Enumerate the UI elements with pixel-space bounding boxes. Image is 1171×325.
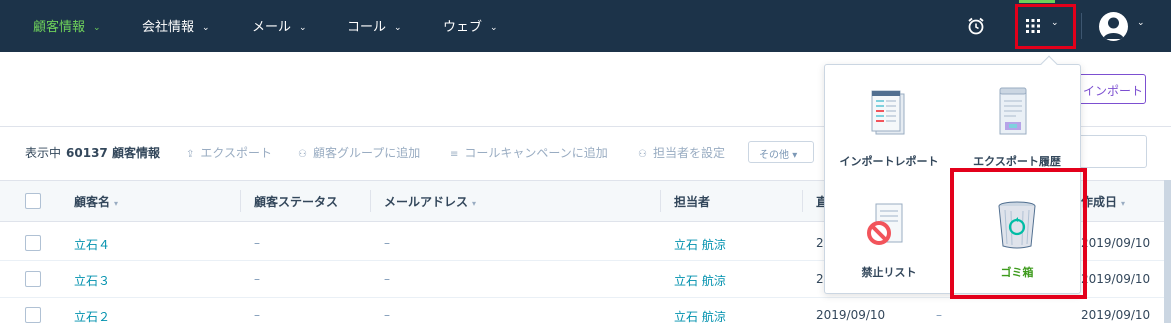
import-report-label[interactable]: インポートレポート	[839, 153, 939, 169]
add-to-campaign-action[interactable]: ≡ コールキャンペーンに追加	[450, 144, 608, 161]
row-checkbox[interactable]	[25, 235, 41, 251]
owner-icon: ⚇	[638, 149, 647, 160]
nav-item-calls[interactable]: コール ⌄	[347, 16, 402, 35]
export-history-label[interactable]: エクスポート履歴	[968, 153, 1066, 169]
nav-item-customers[interactable]: 顧客情報 ⌄	[33, 16, 101, 35]
alarm-clock-icon[interactable]	[966, 16, 986, 36]
select-all-checkbox[interactable]	[25, 193, 41, 209]
blocked-list-label[interactable]: 禁止リスト	[839, 264, 939, 280]
column-separator	[802, 190, 803, 212]
showing-count: 60137 顧客情報	[66, 146, 160, 160]
status-cell: –	[254, 272, 260, 286]
apps-grid-icon[interactable]	[1026, 19, 1040, 33]
date-cell: 2	[816, 272, 824, 286]
export-label: エクスポート	[200, 146, 273, 160]
chevron-down-icon: ⌄	[299, 23, 307, 33]
avatar-icon[interactable]	[1099, 12, 1128, 41]
column-label: メールアドレス	[384, 195, 469, 209]
showing-prefix: 表示中	[25, 146, 62, 160]
email-cell: –	[384, 236, 390, 250]
nav-item-label: 顧客情報	[33, 20, 86, 35]
scrollbar[interactable]	[1164, 180, 1171, 323]
row-checkbox[interactable]	[25, 271, 41, 287]
nav-divider	[1081, 13, 1082, 39]
nav-item-label: コール	[347, 20, 387, 35]
date-cell: 2	[816, 236, 824, 250]
nav-item-web[interactable]: ウェブ ⌄	[443, 16, 498, 35]
sort-icon: ▾	[1121, 199, 1126, 208]
created-date-cell: 2019/09/10	[1081, 236, 1151, 250]
list-add-icon: ≡	[450, 149, 459, 160]
apps-menu-highlight	[1015, 4, 1076, 49]
set-owner-action[interactable]: ⚇ 担当者を設定	[638, 144, 725, 161]
nav-item-email[interactable]: メール ⌄	[252, 16, 307, 35]
nav-item-companies[interactable]: 会社情報 ⌄	[142, 16, 210, 35]
export-history-icon[interactable]	[991, 86, 1035, 142]
column-label: 顧客ステータス	[254, 195, 339, 209]
active-indicator	[1019, 0, 1055, 3]
group-icon: ⚇	[298, 149, 307, 160]
customer-name-link[interactable]: 立石３	[74, 272, 110, 289]
extra-cell: –	[936, 308, 942, 322]
column-separator	[370, 190, 371, 212]
email-cell: –	[384, 272, 390, 286]
column-label: 担当者	[674, 195, 711, 209]
column-separator	[240, 190, 241, 212]
add-to-group-label: 顧客グループに追加	[312, 146, 421, 160]
column-header-name[interactable]: 顧客名 ▾	[74, 193, 118, 210]
sort-icon: ▾	[114, 199, 119, 208]
date-cell: 2019/09/10	[816, 308, 886, 322]
chevron-down-icon: ⌄	[394, 23, 402, 33]
more-dropdown-button[interactable]: その他 ▾	[748, 141, 814, 163]
export-action[interactable]: ⇪ エクスポート	[186, 144, 272, 161]
chevron-down-icon: ⌄	[93, 23, 101, 33]
upload-icon: ⇪	[186, 149, 195, 160]
customer-name-link[interactable]: 立石４	[74, 236, 110, 253]
email-cell: –	[384, 308, 390, 322]
sort-icon: ▾	[472, 199, 477, 208]
owner-link[interactable]: 立石 航涼	[674, 236, 726, 253]
status-cell: –	[254, 308, 260, 322]
nav-item-label: 会社情報	[142, 20, 195, 35]
recycle-bin-highlight	[950, 168, 1087, 299]
owner-link[interactable]: 立石 航涼	[674, 308, 726, 325]
chevron-down-icon[interactable]: ⌄	[1137, 18, 1145, 28]
chevron-down-icon: ⌄	[490, 23, 498, 33]
nav-item-label: ウェブ	[443, 20, 483, 35]
blocked-list-icon[interactable]	[864, 200, 910, 252]
column-label: 顧客名	[74, 195, 111, 209]
add-to-group-action[interactable]: ⚇ 顧客グループに追加	[298, 144, 420, 161]
record-count: 表示中 60137 顧客情報	[25, 144, 160, 161]
column-header-owner[interactable]: 担当者	[674, 193, 710, 210]
add-to-campaign-label: コールキャンペーンに追加	[464, 146, 608, 160]
set-owner-label: 担当者を設定	[652, 146, 725, 160]
import-report-icon[interactable]	[866, 88, 910, 144]
import-button-label: インポート	[1083, 84, 1144, 98]
customer-name-link[interactable]: 立石２	[74, 308, 110, 325]
nav-item-label: メール	[252, 20, 292, 35]
status-cell: –	[254, 236, 260, 250]
column-separator	[660, 190, 661, 212]
column-header-created[interactable]: 作成日 ▾	[1081, 193, 1125, 210]
row-checkbox[interactable]	[25, 307, 41, 323]
more-label: その他	[759, 150, 789, 161]
caret-down-icon: ▾	[792, 150, 798, 161]
column-header-email[interactable]: メールアドレス ▾	[384, 193, 476, 210]
created-date-cell: 2019/09/10	[1081, 272, 1151, 286]
chevron-down-icon[interactable]: ⌄	[1051, 18, 1059, 28]
chevron-down-icon: ⌄	[202, 23, 210, 33]
created-date-cell: 2019/09/10	[1081, 308, 1151, 322]
owner-link[interactable]: 立石 航涼	[674, 272, 726, 289]
column-header-status[interactable]: 顧客ステータス	[254, 193, 338, 210]
